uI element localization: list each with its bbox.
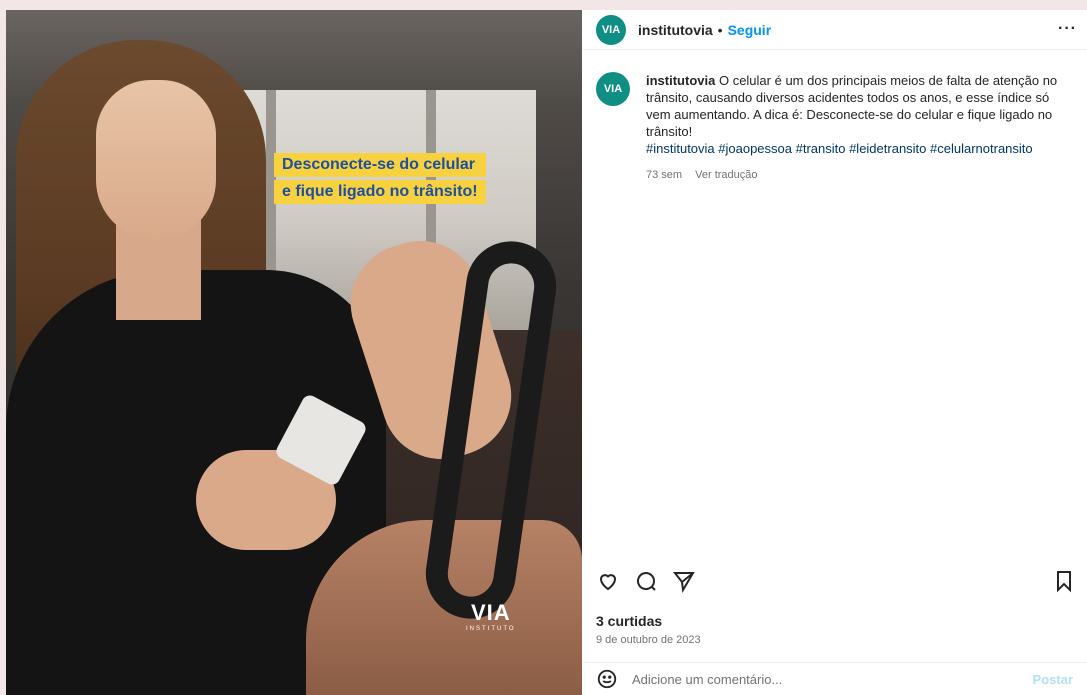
- top-strip: [0, 0, 1087, 10]
- logo-mark: VIA: [470, 600, 511, 625]
- caption-hashtags[interactable]: #institutovia #joaopessoa #transito #lei…: [646, 141, 1033, 156]
- caption-username[interactable]: institutovia: [646, 73, 715, 88]
- translate-link[interactable]: Ver tradução: [695, 169, 757, 181]
- headline-line-2: e fique ligado no trânsito!: [274, 180, 486, 204]
- post-header: VIA institutovia • Seguir ···: [582, 10, 1087, 50]
- avatar[interactable]: VIA: [596, 14, 626, 45]
- header-username[interactable]: institutovia: [638, 22, 713, 38]
- follow-button[interactable]: Seguir: [728, 22, 772, 38]
- caption-body: institutovia O celular é um dos principa…: [646, 72, 1076, 184]
- comment-bar: Postar: [582, 662, 1087, 695]
- post-age: 73 sem: [646, 169, 683, 181]
- likes-count[interactable]: 3 curtidas: [596, 613, 662, 629]
- action-bar: [596, 567, 1076, 595]
- emoji-icon[interactable]: [596, 668, 618, 690]
- share-icon[interactable]: [672, 569, 696, 593]
- post-date: 9 de outubro de 2023: [596, 634, 701, 646]
- post-details-panel: VIA institutovia • Seguir ··· VIA instit…: [582, 10, 1087, 695]
- bookmark-icon[interactable]: [1052, 569, 1076, 593]
- comment-icon[interactable]: [634, 569, 658, 593]
- photo-headline: Desconecte-se do celular e fique ligado …: [274, 153, 486, 207]
- more-horizontal-icon[interactable]: ···: [1058, 20, 1077, 38]
- post-photo: Desconecte-se do celular e fique ligado …: [6, 10, 582, 695]
- heart-icon[interactable]: [596, 569, 620, 593]
- caption-avatar[interactable]: VIA: [596, 72, 630, 106]
- caption-meta: 73 sem Ver tradução: [646, 167, 1076, 184]
- photo-logo: VIA INSTITUTO: [466, 600, 516, 632]
- logo-subtitle: INSTITUTO: [466, 626, 516, 632]
- comment-input[interactable]: [632, 671, 1033, 687]
- post-comment-button[interactable]: Postar: [1033, 672, 1073, 687]
- photo-face: [96, 80, 216, 240]
- header-separator: •: [717, 21, 723, 38]
- post-caption: VIA institutovia O celular é um dos prin…: [596, 72, 1076, 184]
- headline-line-1: Desconecte-se do celular: [274, 153, 486, 177]
